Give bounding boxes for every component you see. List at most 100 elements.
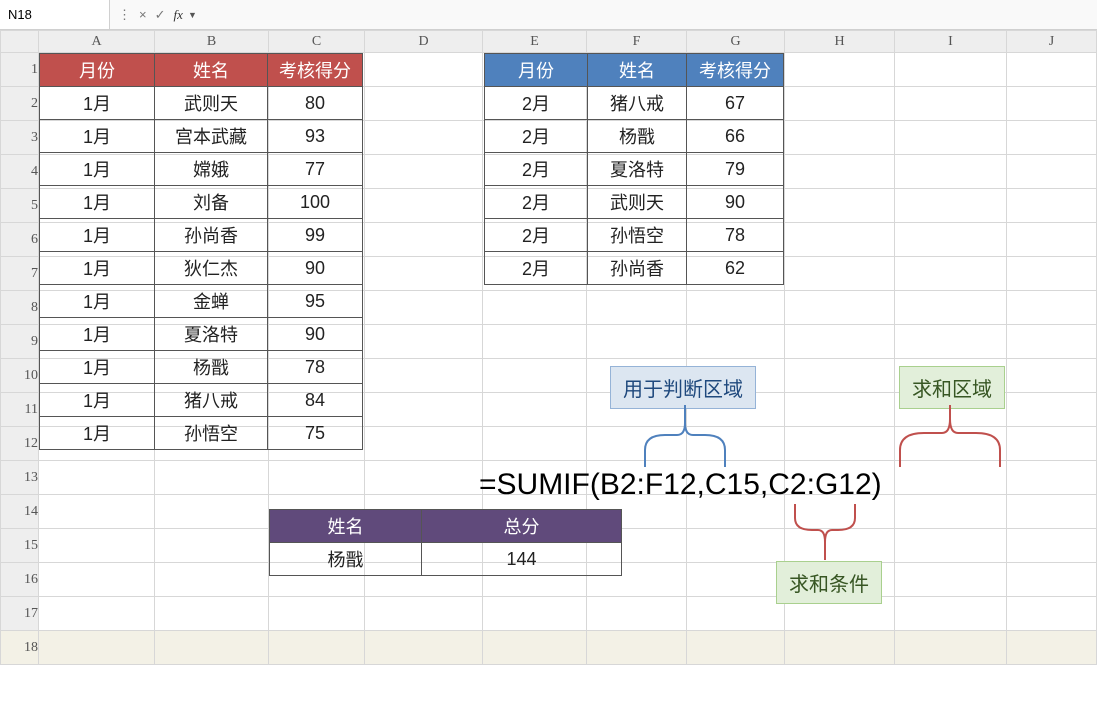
grid-cell[interactable]	[365, 223, 483, 257]
grid-cell[interactable]	[1007, 461, 1097, 495]
name-box[interactable]: ▼	[0, 0, 110, 29]
grid-cell[interactable]	[785, 325, 895, 359]
row-header[interactable]: 9	[1, 325, 39, 359]
grid-cell[interactable]	[895, 189, 1007, 223]
row-header[interactable]: 17	[1, 597, 39, 631]
grid-cell[interactable]	[785, 257, 895, 291]
grid-cell[interactable]	[895, 563, 1007, 597]
row-header[interactable]: 12	[1, 427, 39, 461]
fx-icon[interactable]: fx	[174, 7, 183, 23]
grid-cell[interactable]	[587, 597, 687, 631]
grid-cell[interactable]	[785, 87, 895, 121]
row-header[interactable]: 3	[1, 121, 39, 155]
grid-cell[interactable]	[1007, 393, 1097, 427]
grid-cell[interactable]	[1007, 563, 1097, 597]
row-header[interactable]: 2	[1, 87, 39, 121]
grid-cell[interactable]	[483, 597, 587, 631]
grid-cell[interactable]	[895, 257, 1007, 291]
grid-cell[interactable]	[483, 291, 587, 325]
col-header[interactable]: A	[39, 31, 155, 53]
grid-cell[interactable]	[895, 529, 1007, 563]
grid-cell[interactable]	[269, 597, 365, 631]
grid-cell[interactable]	[1007, 529, 1097, 563]
col-header[interactable]: F	[587, 31, 687, 53]
grid-cell[interactable]	[269, 631, 365, 665]
grid-cell[interactable]	[1007, 87, 1097, 121]
col-header[interactable]: J	[1007, 31, 1097, 53]
row-header[interactable]: 6	[1, 223, 39, 257]
row-header[interactable]: 14	[1, 495, 39, 529]
grid-cell[interactable]	[39, 631, 155, 665]
row-header[interactable]: 11	[1, 393, 39, 427]
grid-cell[interactable]	[155, 461, 269, 495]
grid-cell[interactable]	[365, 291, 483, 325]
grid-cell[interactable]	[1007, 155, 1097, 189]
grid-cell[interactable]	[895, 597, 1007, 631]
grid-cell[interactable]	[365, 121, 483, 155]
grid-cell[interactable]	[687, 597, 785, 631]
grid-cell[interactable]	[785, 631, 895, 665]
grid-cell[interactable]	[895, 53, 1007, 87]
grid-cell[interactable]	[155, 563, 269, 597]
select-all-corner[interactable]	[1, 31, 39, 53]
grid-cell[interactable]	[365, 189, 483, 223]
row-header[interactable]: 13	[1, 461, 39, 495]
grid-cell[interactable]	[483, 631, 587, 665]
grid-cell[interactable]	[365, 597, 483, 631]
grid-cell[interactable]	[687, 529, 785, 563]
row-header[interactable]: 5	[1, 189, 39, 223]
grid-cell[interactable]	[785, 189, 895, 223]
grid-cell[interactable]	[39, 597, 155, 631]
grid-cell[interactable]	[785, 121, 895, 155]
grid-cell[interactable]	[39, 461, 155, 495]
grid-cell[interactable]	[365, 359, 483, 393]
grid-cell[interactable]	[155, 495, 269, 529]
grid-cell[interactable]	[1007, 257, 1097, 291]
grid-cell[interactable]	[587, 325, 687, 359]
grid-cell[interactable]	[785, 393, 895, 427]
grid-cell[interactable]	[1007, 597, 1097, 631]
col-header[interactable]: B	[155, 31, 269, 53]
grid-cell[interactable]	[365, 461, 483, 495]
row-header[interactable]: 10	[1, 359, 39, 393]
row-header[interactable]: 15	[1, 529, 39, 563]
grid-cell[interactable]	[483, 325, 587, 359]
col-header[interactable]: E	[483, 31, 587, 53]
row-header[interactable]: 8	[1, 291, 39, 325]
grid-cell[interactable]	[687, 325, 785, 359]
grid-cell[interactable]	[365, 631, 483, 665]
grid-cell[interactable]	[587, 631, 687, 665]
grid-cell[interactable]	[785, 427, 895, 461]
col-header[interactable]: D	[365, 31, 483, 53]
grid-cell[interactable]	[895, 223, 1007, 257]
grid-cell[interactable]	[1007, 325, 1097, 359]
col-header[interactable]: C	[269, 31, 365, 53]
grid-cell[interactable]	[155, 529, 269, 563]
grid-cell[interactable]	[269, 461, 365, 495]
grid-cell[interactable]	[785, 155, 895, 189]
row-header[interactable]: 16	[1, 563, 39, 597]
grid-cell[interactable]	[365, 87, 483, 121]
grid-cell[interactable]	[895, 121, 1007, 155]
grid-cell[interactable]	[895, 495, 1007, 529]
grid-cell[interactable]	[365, 155, 483, 189]
grid-cell[interactable]	[895, 155, 1007, 189]
grid-cell[interactable]	[365, 53, 483, 87]
grid-cell[interactable]	[895, 87, 1007, 121]
cancel-icon[interactable]: ×	[139, 7, 147, 22]
grid-cell[interactable]	[687, 291, 785, 325]
grid-cell[interactable]	[785, 53, 895, 87]
grid-cell[interactable]	[1007, 359, 1097, 393]
col-header[interactable]: I	[895, 31, 1007, 53]
grid-cell[interactable]	[1007, 53, 1097, 87]
row-header[interactable]: 1	[1, 53, 39, 87]
grid-cell[interactable]	[1007, 189, 1097, 223]
grid-cell[interactable]	[785, 223, 895, 257]
grid-cell[interactable]	[39, 563, 155, 597]
grid-cell[interactable]	[483, 427, 587, 461]
grid-cell[interactable]	[39, 529, 155, 563]
grid-cell[interactable]	[1007, 495, 1097, 529]
row-header[interactable]: 7	[1, 257, 39, 291]
grid-cell[interactable]	[39, 495, 155, 529]
grid-cell[interactable]	[155, 631, 269, 665]
